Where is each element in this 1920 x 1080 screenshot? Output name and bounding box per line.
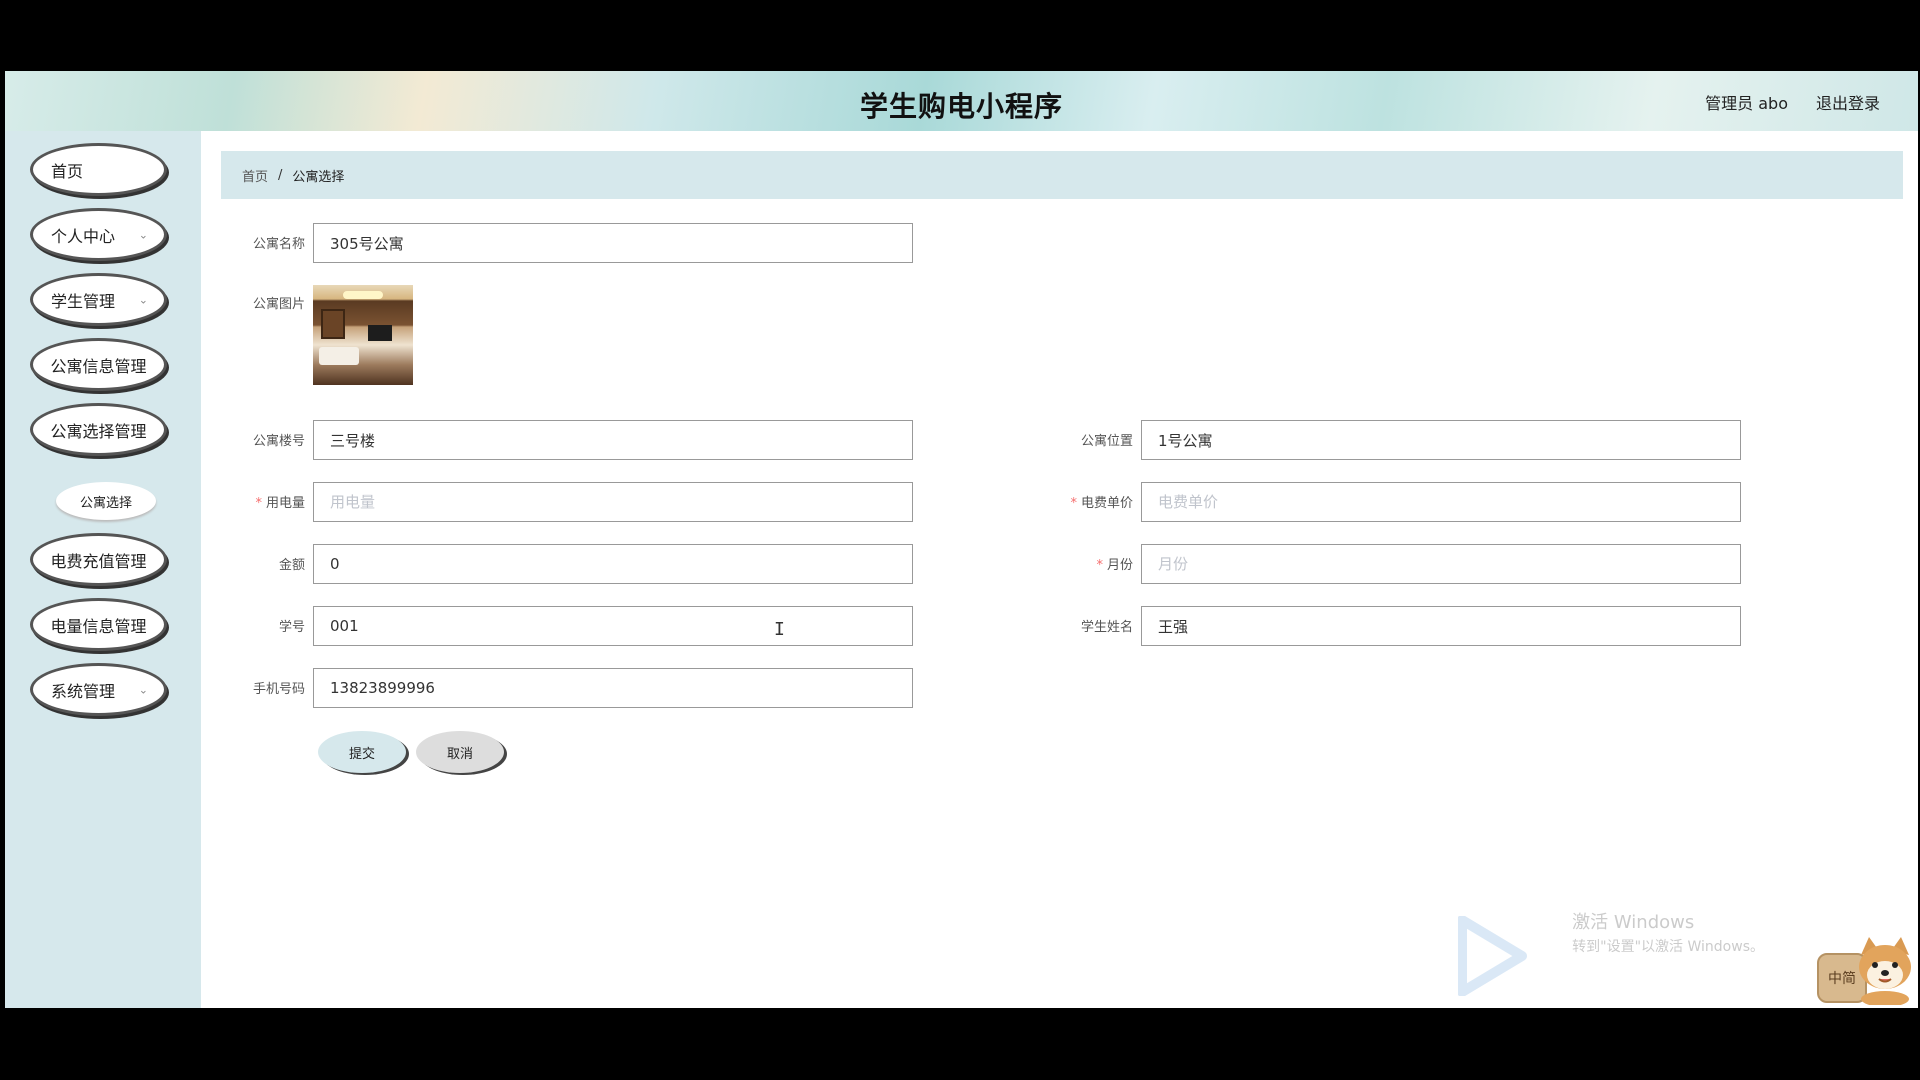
location-label: 公寓位置 bbox=[1023, 430, 1133, 449]
sidebar-item-label: 电量信息管理 bbox=[50, 616, 147, 636]
photo-shelf bbox=[321, 309, 345, 339]
sidebar-item-label: 学生管理 bbox=[51, 291, 116, 311]
current-user-label: 管理员 abo bbox=[1705, 94, 1788, 113]
label-text: 学生姓名 bbox=[1080, 620, 1133, 635]
app-title: 学生购电小程序 bbox=[859, 90, 1063, 123]
sidebar-item-personal-center[interactable]: 个人中心 ⌄ bbox=[30, 208, 167, 261]
sidebar-item-label: 系统管理 bbox=[51, 681, 116, 701]
usage-input[interactable] bbox=[313, 482, 913, 522]
usage-label: * 用电量 bbox=[195, 492, 305, 511]
label-text: 金额 bbox=[278, 558, 305, 573]
student-name-label: 学生姓名 bbox=[1023, 616, 1133, 635]
month-label: * 月份 bbox=[1023, 554, 1133, 573]
sidebar-item-label: 公寓信息管理 bbox=[50, 356, 147, 376]
required-mark: * bbox=[255, 496, 262, 511]
label-text: 公寓图片 bbox=[252, 297, 305, 312]
amount-input[interactable] bbox=[313, 544, 913, 584]
ime-widget[interactable]: 中简 bbox=[1817, 935, 1917, 1005]
apartment-name-input[interactable] bbox=[313, 223, 913, 263]
shiba-dog-icon bbox=[1859, 937, 1911, 1005]
windows-activation-watermark: 激活 Windows 转到"设置"以激活 Windows。 bbox=[1572, 911, 1764, 959]
chevron-down-icon: ⌄ bbox=[138, 683, 148, 696]
student-id-input[interactable] bbox=[313, 606, 913, 646]
location-input[interactable] bbox=[1141, 420, 1741, 460]
sidebar: 首页 个人中心 ⌄ 学生管理 ⌄ 公寓信息管理 公寓选择管理 公寓选择 电费充值… bbox=[5, 131, 201, 1008]
unit-price-label: * 电费单价 bbox=[1023, 492, 1133, 511]
sidebar-item-recharge[interactable]: 电费充值管理 bbox=[30, 533, 167, 586]
watermark-line-1: 激活 Windows bbox=[1572, 912, 1695, 933]
sidebar-subitem-apartment-select[interactable]: 公寓选择 bbox=[56, 482, 156, 520]
required-mark: * bbox=[1070, 496, 1077, 511]
chevron-down-icon: ⌄ bbox=[138, 293, 148, 306]
sidebar-item-label: 个人中心 bbox=[51, 226, 116, 246]
label-text: 手机号码 bbox=[252, 682, 305, 697]
cancel-button[interactable]: 取消 bbox=[416, 731, 504, 773]
breadcrumb-home[interactable]: 首页 bbox=[242, 166, 268, 185]
sidebar-subitem-label: 公寓选择 bbox=[79, 495, 132, 511]
sidebar-item-label: 电费充值管理 bbox=[50, 551, 147, 571]
student-id-label: 学号 bbox=[195, 616, 305, 635]
student-name-input[interactable] bbox=[1141, 606, 1741, 646]
required-mark: * bbox=[1096, 558, 1103, 573]
phone-label: 手机号码 bbox=[195, 678, 305, 697]
text-cursor-icon: I bbox=[774, 619, 785, 640]
photo-lamp bbox=[343, 291, 383, 299]
label-text: 电费单价 bbox=[1080, 496, 1133, 511]
top-header: 学生购电小程序 管理员 abo 退出登录 bbox=[5, 71, 1918, 131]
submit-button[interactable]: 提交 bbox=[318, 731, 406, 773]
amount-label: 金额 bbox=[195, 554, 305, 573]
unit-price-input[interactable] bbox=[1141, 482, 1741, 522]
watermark-line-2: 转到"设置"以激活 Windows。 bbox=[1572, 939, 1764, 955]
sidebar-item-student-management[interactable]: 学生管理 ⌄ bbox=[30, 273, 167, 326]
sidebar-item-system-management[interactable]: 系统管理 ⌄ bbox=[30, 663, 167, 716]
photo-sofa bbox=[319, 347, 359, 365]
sidebar-item-label: 首页 bbox=[51, 161, 84, 181]
month-input[interactable] bbox=[1141, 544, 1741, 584]
phone-input[interactable] bbox=[313, 668, 913, 708]
breadcrumb-separator: / bbox=[278, 167, 283, 183]
label-text: 用电量 bbox=[265, 496, 305, 511]
label-text: 公寓楼号 bbox=[252, 434, 305, 449]
logout-link[interactable]: 退出登录 bbox=[1816, 90, 1880, 114]
label-text: 公寓名称 bbox=[252, 237, 305, 252]
photo-tv bbox=[368, 325, 392, 341]
label-text: 学号 bbox=[278, 620, 305, 635]
apartment-image-label: 公寓图片 bbox=[195, 293, 305, 312]
app-window: 学生购电小程序 管理员 abo 退出登录 首页 个人中心 ⌄ 学生管理 ⌄ 公寓… bbox=[5, 71, 1918, 1008]
apartment-photo[interactable] bbox=[313, 285, 413, 385]
sidebar-item-apartment-selection[interactable]: 公寓选择管理 bbox=[30, 403, 167, 456]
building-no-input[interactable] bbox=[313, 420, 913, 460]
breadcrumb: 首页 / 公寓选择 bbox=[221, 151, 1903, 199]
sidebar-item-home[interactable]: 首页 bbox=[30, 143, 167, 196]
breadcrumb-current: 公寓选择 bbox=[292, 169, 345, 185]
chevron-down-icon: ⌄ bbox=[138, 228, 148, 241]
sidebar-item-label: 公寓选择管理 bbox=[50, 421, 147, 441]
label-text: 公寓位置 bbox=[1080, 434, 1133, 449]
play-logo-icon bbox=[1458, 916, 1527, 996]
sidebar-item-usage-info[interactable]: 电量信息管理 bbox=[30, 598, 167, 651]
apartment-name-label: 公寓名称 bbox=[195, 233, 305, 252]
label-text: 月份 bbox=[1106, 558, 1133, 573]
building-no-label: 公寓楼号 bbox=[195, 430, 305, 449]
sidebar-item-apartment-info[interactable]: 公寓信息管理 bbox=[30, 338, 167, 391]
